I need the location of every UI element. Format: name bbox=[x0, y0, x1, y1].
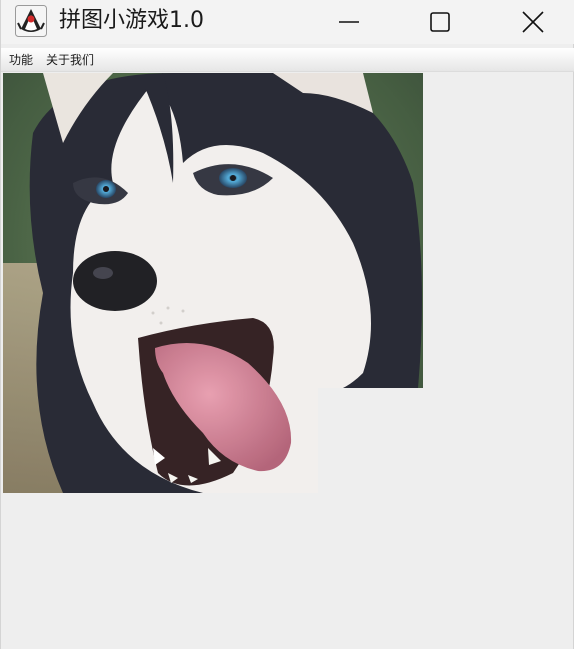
blank-tile bbox=[318, 388, 423, 493]
minimize-icon bbox=[339, 21, 359, 23]
maximize-icon bbox=[430, 12, 450, 32]
puzzle-board[interactable] bbox=[3, 73, 423, 493]
menu-bar: 功能 关于我们 bbox=[1, 48, 574, 72]
menu-function[interactable]: 功能 bbox=[9, 52, 33, 68]
minimize-button[interactable] bbox=[326, 0, 372, 44]
close-icon bbox=[522, 11, 544, 33]
menu-about-us[interactable]: 关于我们 bbox=[46, 52, 94, 68]
close-button[interactable] bbox=[510, 0, 556, 44]
java-duke-icon bbox=[15, 5, 47, 37]
game-window: 拼图小游戏1.0 功能 关于我们 bbox=[0, 0, 574, 649]
maximize-button[interactable] bbox=[417, 0, 463, 44]
title-bar[interactable]: 拼图小游戏1.0 bbox=[1, 0, 574, 44]
window-title: 拼图小游戏1.0 bbox=[59, 8, 204, 33]
